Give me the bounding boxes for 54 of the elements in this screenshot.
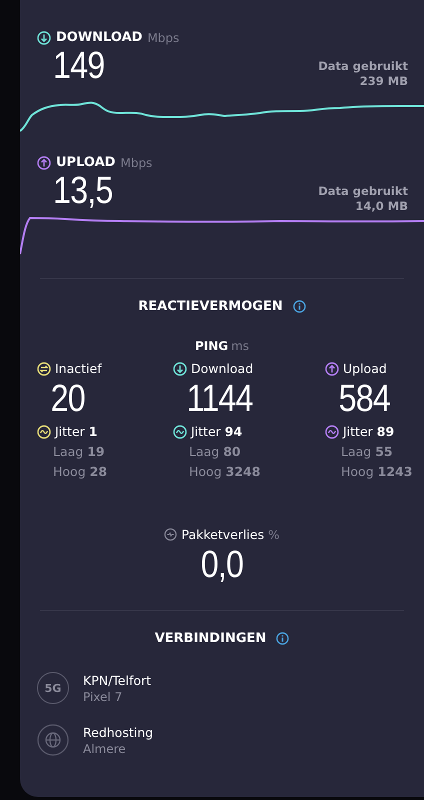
data-used-value: 239 MB — [360, 74, 408, 89]
section-title: VERBINDINGEN — [154, 631, 266, 646]
high-value: 3248 — [226, 464, 260, 479]
unit-label: Mbps — [147, 30, 180, 44]
packet-loss-value: 0,0 — [200, 544, 244, 586]
ping-type-label: Download — [191, 361, 254, 376]
globe-icon — [37, 724, 69, 756]
jitter-value: 89 — [376, 424, 394, 439]
data-used-label: Data gebruikt — [318, 184, 408, 199]
low-label: Laag — [53, 444, 84, 459]
connection-detail: Almere — [83, 742, 127, 756]
swap-icon — [37, 362, 51, 376]
speed-value: 13,5 — [53, 170, 112, 212]
wave-icon — [173, 424, 187, 438]
low-value: 19 — [87, 444, 105, 459]
jitter-value: 1 — [88, 424, 98, 439]
speed-label: DOWNLOAD — [56, 30, 142, 45]
high-value: 28 — [90, 464, 108, 479]
high-label: Hoog — [341, 464, 374, 479]
connection-name: KPN/Telfort — [83, 672, 152, 688]
info-icon[interactable] — [292, 300, 306, 313]
jitter-label: Jitter — [191, 424, 221, 439]
info-icon[interactable] — [276, 632, 290, 645]
ping-type-label: Upload — [343, 361, 387, 376]
low-value: 55 — [375, 444, 393, 459]
ping-value: 20 — [50, 378, 86, 420]
wave-icon — [37, 424, 51, 438]
ping-label: PING — [194, 339, 228, 353]
data-used-value: 14,0 MB — [355, 199, 408, 214]
low-label: Laag — [189, 444, 220, 459]
ping-value: 1144 — [186, 378, 254, 420]
ping-value: 584 — [338, 378, 391, 420]
jitter-label: Jitter — [343, 424, 373, 439]
jitter-label: Jitter — [55, 424, 85, 439]
unit-label: ms — [231, 339, 250, 353]
wave-icon — [325, 424, 339, 438]
high-value: 1243 — [378, 464, 412, 479]
speed-value: 149 — [53, 45, 104, 87]
high-label: Hoog — [53, 464, 86, 479]
low-value: 80 — [223, 444, 241, 459]
network-badge: 5G — [37, 672, 69, 704]
ping-type-label: Inactief — [55, 361, 102, 376]
section-title: REACTIEVERMOGEN — [138, 299, 283, 314]
data-used-label: Data gebruikt — [318, 59, 408, 74]
jitter-value: 94 — [224, 424, 242, 439]
unit-label: Mbps — [120, 156, 152, 170]
speed-label: UPLOAD — [56, 155, 116, 170]
low-label: Laag — [341, 444, 372, 459]
connection-name: Redhosting — [83, 724, 154, 740]
packet-loss-label: Pakketverlies — [181, 527, 264, 542]
high-label: Hoog — [189, 464, 222, 479]
connection-detail: Pixel 7 — [83, 690, 124, 704]
unit-label: % — [268, 528, 280, 542]
pulse-icon — [164, 528, 178, 541]
